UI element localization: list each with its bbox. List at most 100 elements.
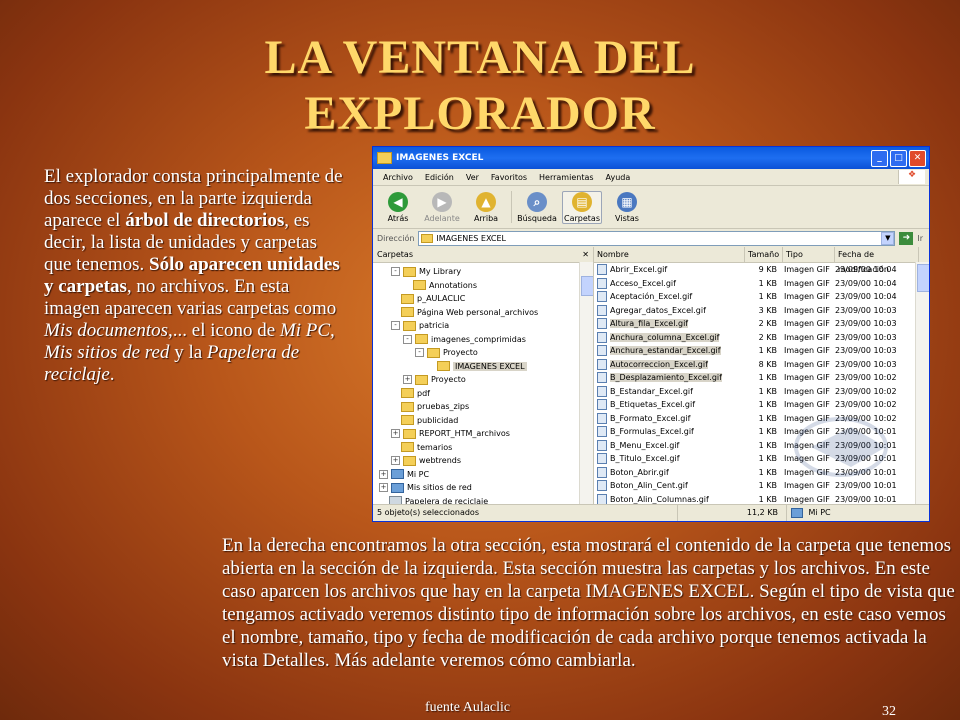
file-name-cell: B_Estandar_Excel.gif [594, 385, 744, 397]
file-row[interactable]: Agregar_datos_Excel.gif 3 KB Imagen GIF 23/… [594, 304, 929, 318]
file-size: 9 KB [758, 265, 777, 275]
column-header-2[interactable]: Tipo [783, 247, 835, 262]
gif-file-icon [597, 439, 607, 451]
file-row[interactable]: Anchura_estandar_Excel.gif 1 KB Imagen GIF… [594, 344, 929, 358]
folder-icon [413, 280, 426, 291]
folder-icon [421, 233, 434, 243]
tree-node[interactable]: temarios [373, 441, 593, 455]
file-name: Altura_fila_Excel.gif [610, 319, 689, 329]
file-list-pane[interactable]: Nombre Tamaño Tipo Fecha de modificación Ab… [594, 247, 929, 505]
file-row[interactable]: B_Estandar_Excel.gif 1 KB Imagen GIF 23/09/… [594, 385, 929, 399]
status-location: Mi PC [787, 505, 929, 521]
tree-header: Carpetas ✕ [373, 247, 593, 263]
toolbar-folders-button[interactable]: ▤ Carpetas [562, 190, 602, 224]
collapse-icon[interactable]: - [403, 334, 412, 344]
tree-node-label: imagenes_comprimidas [431, 334, 526, 344]
explorer-window[interactable]: IMAGENES EXCEL _ □ ✕ Archivo Edición Ver Fa… [372, 146, 930, 522]
expand-icon[interactable]: + [391, 429, 400, 439]
toolbar-forward-arrow-button[interactable]: ▶ Adelante [423, 191, 461, 223]
file-name: Boton_Abrir.gif [610, 467, 669, 477]
column-header-3[interactable]: Fecha de modificación [835, 247, 919, 274]
file-row[interactable]: Acceso_Excel.gif 1 KB Imagen GIF 23/09/00 1… [594, 277, 929, 291]
folder-icon [401, 307, 414, 318]
file-row[interactable]: B_Desplazamiento_Excel.gif 1 KB Imagen GIF… [594, 371, 929, 385]
tree-node[interactable]: publicidad [373, 414, 593, 428]
menu-item-ayuda[interactable]: Ayuda [600, 173, 637, 182]
file-type: Imagen GIF [784, 346, 830, 356]
folder-icon [401, 442, 414, 453]
go-button[interactable]: Ir [917, 234, 929, 243]
tree-node[interactable]: + Proyecto [373, 373, 593, 387]
column-header-1[interactable]: Tamaño [745, 247, 783, 262]
chevron-down-icon[interactable]: ▼ [881, 231, 895, 245]
tree-node[interactable]: pdf [373, 387, 593, 401]
list-scrollbar[interactable] [915, 262, 929, 505]
minimize-button[interactable]: _ [871, 150, 888, 167]
menu-item-archivo[interactable]: Archivo [377, 173, 419, 182]
collapse-icon[interactable]: - [391, 321, 400, 331]
menu-item-ver[interactable]: Ver [460, 173, 485, 182]
tree-node[interactable]: - imagenes_comprimidas [373, 333, 593, 347]
close-button[interactable]: ✕ [909, 150, 926, 167]
toolbar-search-button[interactable]: ⌕ Búsqueda [517, 191, 557, 223]
gif-file-icon [597, 372, 607, 384]
tree-node[interactable]: + Mi PC [373, 468, 593, 482]
file-type: Imagen GIF [784, 494, 830, 504]
file-name-cell: Agregar_datos_Excel.gif [594, 304, 744, 316]
tree-node[interactable]: IMAGENES EXCEL [373, 360, 593, 374]
file-row[interactable]: Autocorreccion_Excel.gif 8 KB Imagen GIF 23… [594, 358, 929, 372]
expand-icon[interactable]: + [391, 456, 400, 466]
tree-node[interactable]: Annotations [373, 279, 593, 293]
tree-node[interactable]: - Proyecto [373, 346, 593, 360]
tree-node[interactable]: pruebas_zips [373, 400, 593, 414]
expand-icon[interactable]: + [379, 469, 388, 479]
file-size: 1 KB [758, 467, 777, 477]
status-selection: 5 objeto(s) seleccionados [373, 505, 678, 521]
file-date: 23/09/00 10:04 [835, 292, 897, 302]
column-header-0[interactable]: Nombre [594, 247, 745, 262]
window-titlebar[interactable]: IMAGENES EXCEL _ □ ✕ [373, 147, 929, 169]
tree-node[interactable]: + Mis sitios de red [373, 481, 593, 495]
tree-node-label: Mis sitios de red [407, 483, 472, 493]
tree-node-label: Annotations [429, 280, 478, 290]
gif-file-icon [597, 264, 607, 276]
expand-icon[interactable]: + [403, 375, 412, 385]
collapse-icon[interactable]: - [391, 267, 400, 277]
windows-logo-icon: ❖ [898, 170, 925, 184]
tree-node[interactable]: + REPORT_HTM_archivos [373, 427, 593, 441]
tree-node[interactable]: - patricia [373, 319, 593, 333]
tree-node[interactable]: p_AULACLIC [373, 292, 593, 306]
file-type: Imagen GIF [784, 359, 830, 369]
spacer [427, 362, 434, 370]
tree-node[interactable]: Página Web personal_archivos [373, 306, 593, 320]
toolbar-back-arrow-button[interactable]: ◀ Atrás [379, 191, 417, 223]
expand-icon[interactable]: + [379, 483, 388, 493]
tree-node[interactable]: + webtrends [373, 454, 593, 468]
file-row[interactable]: Anchura_columna_Excel.gif 2 KB Imagen GIF 2… [594, 331, 929, 345]
address-input[interactable]: IMAGENES EXCEL ▼ [418, 230, 896, 246]
file-size: 1 KB [758, 440, 777, 450]
toolbar-folder-up-button[interactable]: ▲ Arriba [467, 191, 505, 223]
file-size: 1 KB [758, 400, 777, 410]
back-arrow-icon: ◀ [388, 191, 408, 212]
file-row[interactable]: Altura_fila_Excel.gif 2 KB Imagen GIF 23/09… [594, 317, 929, 331]
file-row[interactable]: Aceptación_Excel.gif 1 KB Imagen GIF 23/09/… [594, 290, 929, 304]
tree-node[interactable]: - My Library [373, 265, 593, 279]
folder-tree-pane[interactable]: Carpetas ✕ - My Library Annotations p_AULAC… [373, 247, 594, 505]
collapse-icon[interactable]: - [415, 348, 424, 358]
menu-item-herramientas[interactable]: Herramientas [533, 173, 600, 182]
go-icon[interactable]: ➜ [899, 231, 914, 245]
toolbar-label: Atrás [387, 213, 409, 223]
maximize-button[interactable]: □ [890, 150, 907, 167]
file-date: 23/09/00 10:02 [835, 373, 897, 383]
toolbar-views-button[interactable]: ▦ Vistas [608, 191, 646, 223]
folder-up-icon: ▲ [476, 191, 496, 212]
views-icon: ▦ [617, 191, 637, 212]
file-name: Anchura_columna_Excel.gif [610, 332, 720, 342]
close-pane-icon[interactable]: ✕ [582, 250, 589, 259]
menu-item-favoritos[interactable]: Favoritos [485, 173, 533, 182]
menu-item-edición[interactable]: Edición [419, 173, 460, 182]
tree-scrollbar[interactable] [579, 262, 593, 505]
gif-file-icon [597, 318, 607, 330]
file-size: 1 KB [758, 292, 777, 302]
